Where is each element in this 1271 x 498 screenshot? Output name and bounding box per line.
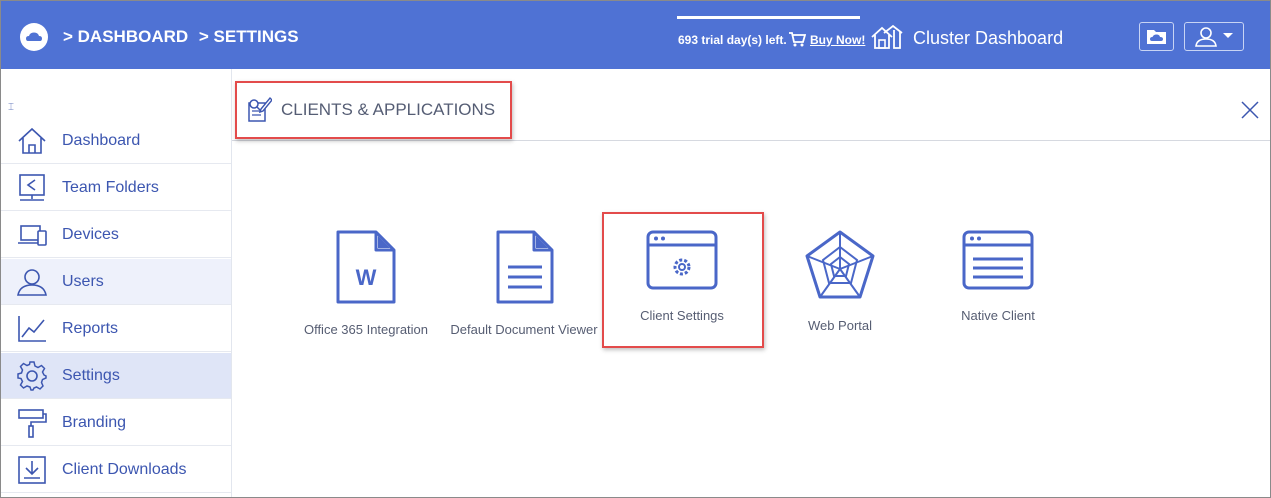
- chart-icon: [18, 316, 46, 342]
- sidebar-item-settings[interactable]: Settings: [1, 353, 231, 399]
- sidebar-item-users[interactable]: Users: [1, 259, 231, 305]
- paint-roller-icon: [18, 409, 47, 438]
- tile-default-document-viewer[interactable]: Default Document Viewer: [449, 229, 599, 342]
- close-icon[interactable]: [1239, 99, 1261, 121]
- tile-label: Web Portal: [807, 318, 873, 333]
- cluster-home-icon[interactable]: [870, 23, 904, 51]
- trial-progress-bar: [677, 16, 860, 19]
- sidebar-collapse-handle[interactable]: ⌶: [8, 102, 14, 113]
- word-document-icon: W: [336, 230, 396, 304]
- cluster-dashboard-link[interactable]: Cluster Dashboard: [913, 28, 1063, 49]
- home-icon: [18, 127, 46, 154]
- svg-text:W: W: [356, 265, 377, 290]
- tile-web-portal[interactable]: Web Portal: [765, 229, 915, 338]
- sidebar-item-label: Settings: [62, 367, 120, 384]
- main-content: CLIENTS & APPLICATIONS W Office 365 Inte…: [232, 69, 1270, 497]
- sidebar-item-team-folders[interactable]: Team Folders: [1, 165, 231, 211]
- cloud-folder-icon: [1147, 30, 1166, 44]
- cart-icon[interactable]: [788, 30, 806, 48]
- tile-label: Office 365 Integration: [303, 322, 429, 337]
- cloud-logo-icon: [26, 32, 42, 41]
- team-folder-icon: [19, 174, 45, 201]
- buy-now-link[interactable]: Buy Now!: [810, 33, 865, 47]
- header-highlight-box: [235, 81, 512, 139]
- sidebar-item-label: Users: [62, 273, 104, 290]
- web-icon: [805, 230, 875, 299]
- sidebar-item-devices[interactable]: Devices: [1, 212, 231, 258]
- top-bar: > DASHBOARD > SETTINGS 693 trial day(s) …: [1, 1, 1270, 69]
- sidebar-item-reports[interactable]: Reports: [1, 306, 231, 352]
- trial-days-text: 693 trial day(s) left.: [678, 33, 787, 47]
- sidebar: ⌶ Dashboard Team Folders Devices Users R…: [1, 69, 232, 497]
- breadcrumb-settings[interactable]: > SETTINGS: [199, 27, 299, 46]
- sidebar-item-label: Devices: [62, 226, 119, 243]
- tile-label: Native Client: [961, 308, 1035, 323]
- user-menu-button[interactable]: [1184, 22, 1244, 51]
- cloud-folder-button[interactable]: [1139, 22, 1174, 51]
- devices-icon: [18, 225, 47, 246]
- sidebar-item-label: Branding: [62, 414, 127, 431]
- window-icon: [962, 230, 1034, 290]
- user-icon: [17, 269, 47, 296]
- tile-native-client[interactable]: Native Client: [923, 229, 1073, 328]
- sidebar-item-label: Client Downloads: [62, 461, 187, 478]
- sidebar-item-label: Reports: [62, 320, 119, 337]
- gear-icon: [17, 361, 47, 391]
- user-menu-icon: [1195, 27, 1233, 47]
- tile-label: Default Document Viewer: [450, 322, 598, 337]
- logo[interactable]: [20, 23, 48, 51]
- tile-office-365-integration[interactable]: W Office 365 Integration: [291, 229, 441, 342]
- sidebar-item-dashboard[interactable]: Dashboard: [1, 118, 231, 164]
- document-icon: [496, 230, 554, 304]
- breadcrumb: > DASHBOARD > SETTINGS: [63, 27, 305, 47]
- download-icon: [18, 456, 46, 484]
- sidebar-item-client-downloads[interactable]: Client Downloads: [1, 447, 231, 493]
- sidebar-item-branding[interactable]: Branding: [1, 400, 231, 446]
- sidebar-item-label: Dashboard: [62, 132, 141, 149]
- breadcrumb-dashboard[interactable]: > DASHBOARD: [63, 27, 188, 46]
- sidebar-item-label: Team Folders: [62, 179, 159, 196]
- app-window: > DASHBOARD > SETTINGS 693 trial day(s) …: [0, 0, 1271, 498]
- client-settings-highlight-box: [602, 212, 764, 348]
